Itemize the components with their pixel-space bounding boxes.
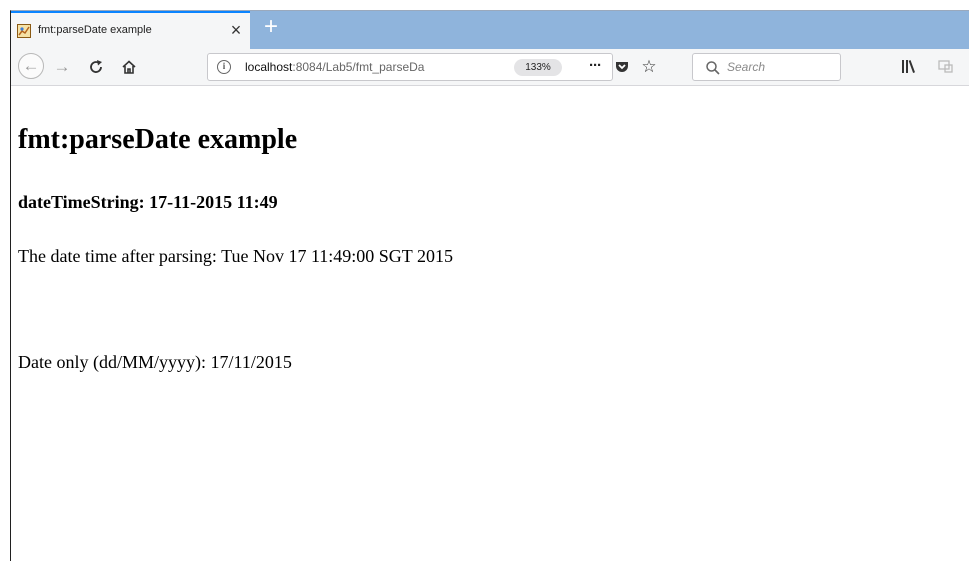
back-icon[interactable]: ← (18, 53, 44, 79)
new-tab-button[interactable]: + (260, 15, 282, 40)
page-content: fmt:parseDate example dateTimeString: 17… (11, 86, 969, 561)
reload-icon[interactable] (83, 55, 109, 79)
pocket-icon[interactable] (613, 58, 633, 78)
parsed-datetime-text: The date time after parsing: Tue Nov 17 … (18, 246, 453, 266)
tab-title: fmt:parseDate example (38, 24, 152, 36)
url-text: localhost:8084/Lab5/fmt_parseDa (245, 60, 480, 74)
close-icon[interactable]: × (226, 20, 246, 40)
bookmark-star-icon[interactable]: ☆ (638, 56, 660, 78)
search-bar[interactable] (692, 53, 841, 81)
url-fade (448, 56, 488, 78)
search-input[interactable] (727, 57, 835, 77)
page-title: fmt:parseDate example (18, 124, 298, 155)
favicon-icon (17, 24, 31, 38)
home-icon[interactable] (116, 55, 142, 79)
synced-tabs-icon[interactable] (937, 57, 957, 77)
browser-window: fmt:parseDate example × + ← → i localhos… (10, 10, 969, 561)
tab-fmt-parsedate-example[interactable]: fmt:parseDate example × (11, 11, 250, 49)
date-only-text: Date only (dd/MM/yyyy): 17/11/2015 (18, 352, 292, 372)
datetime-string-heading: dateTimeString: 17-11-2015 11:49 (18, 192, 278, 212)
address-bar[interactable]: i localhost:8084/Lab5/fmt_parseDa 133% ·… (207, 53, 657, 81)
zoom-badge[interactable]: 133% (514, 59, 562, 76)
forward-icon[interactable]: → (49, 55, 75, 79)
library-icon[interactable] (900, 57, 922, 77)
page-actions-icon[interactable]: ··· (585, 57, 605, 77)
tab-strip: fmt:parseDate example × + (11, 11, 969, 49)
url-path: :8084/Lab5/fmt_parseDa (292, 60, 425, 74)
url-host: localhost (245, 60, 293, 74)
info-icon[interactable]: i (217, 60, 231, 74)
search-icon (705, 60, 721, 76)
navigation-toolbar: ← → i localhost:8084/Lab5/fmt_parseDa 13… (11, 49, 969, 86)
